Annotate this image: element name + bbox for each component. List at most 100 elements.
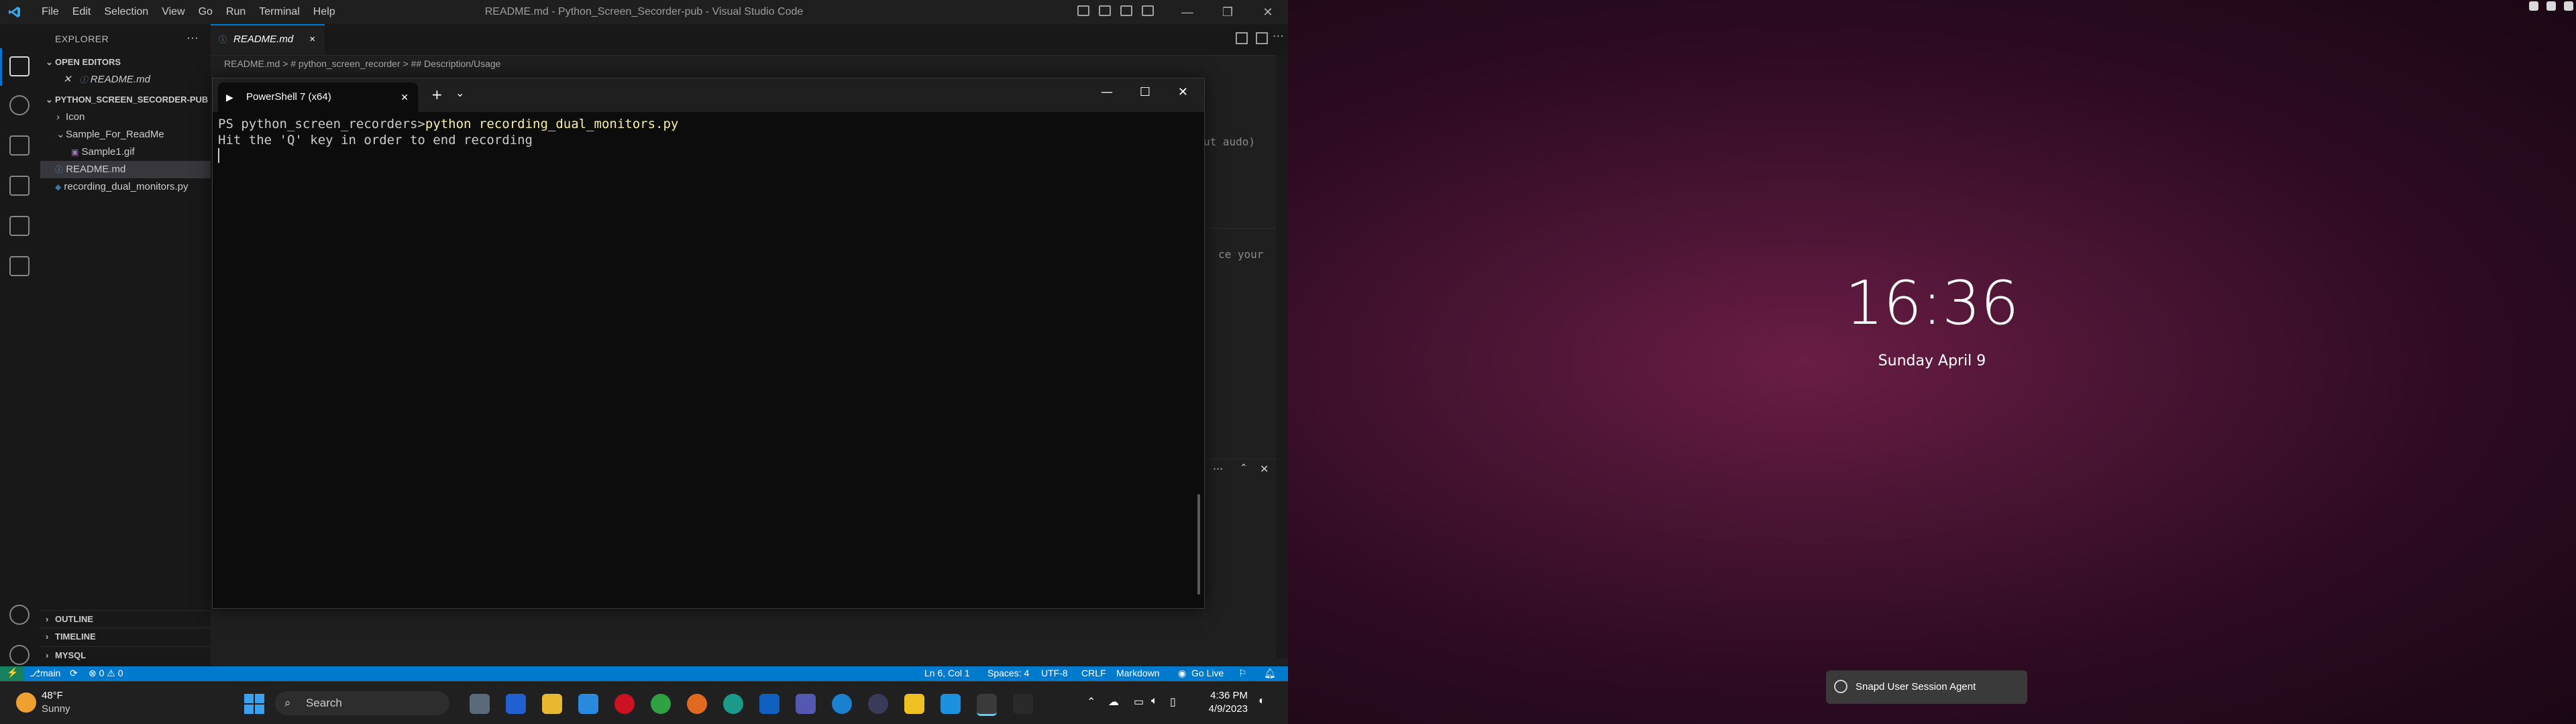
edge-icon[interactable] (723, 694, 743, 714)
new-tab-icon[interactable]: + (431, 86, 443, 103)
task-view-icon[interactable] (470, 694, 490, 714)
sticky-notes-icon[interactable] (904, 694, 924, 714)
editor-divider (1203, 228, 1277, 229)
go-live-icon: ◉ (1178, 668, 1187, 678)
tab-readme[interactable]: ⓘ README.md × (211, 24, 325, 55)
notification-center-icon[interactable]: ◐ (1258, 695, 1265, 707)
volume-icon[interactable]: 🔈︎ (1151, 695, 1158, 707)
terminal-scrollbar[interactable] (1197, 494, 1200, 595)
skype-icon[interactable] (832, 694, 852, 714)
taskbar-search[interactable]: ⌕ Search (275, 691, 449, 715)
tab-dropdown-icon[interactable]: ⌄ (455, 86, 464, 99)
project-section[interactable]: ⌄ PYTHON_SCREEN_SECORDER-PUB (40, 91, 211, 109)
toggle-panel-icon[interactable] (1099, 5, 1111, 16)
cursor-position[interactable]: Ln 6, Col 1 (924, 668, 970, 678)
weather-temp[interactable]: 48°F (42, 690, 63, 701)
go-live-button[interactable]: Go Live (1191, 668, 1224, 678)
remote-icon: ⚡ (7, 667, 19, 678)
media-app-icon[interactable] (1013, 694, 1033, 714)
branch-icon: ⎇ (30, 668, 41, 678)
restore-button[interactable]: ❐ (1208, 3, 1248, 21)
customize-layout-icon[interactable] (1142, 5, 1154, 16)
tree-item-icon-folder[interactable]: › Icon (40, 109, 211, 126)
feedback-icon[interactable]: ⚐ (1238, 668, 1247, 679)
toggle-secondary-sidebar-icon[interactable] (1120, 5, 1132, 16)
windows-start-icon[interactable] (244, 694, 264, 714)
tab-close-icon[interactable]: × (309, 25, 315, 54)
timeline-section[interactable]: › TIMELINE (40, 627, 211, 646)
problems-indicator[interactable]: ⊗ 0 ⚠ 0 (89, 668, 123, 679)
chevron-up-icon[interactable]: ⌃ (1087, 695, 1095, 709)
onedrive-cloud-icon[interactable]: ☁ (1108, 695, 1119, 709)
taskbar-time[interactable]: 4:36 PM (1201, 690, 1248, 701)
line-ending[interactable]: CRLF (1081, 668, 1106, 678)
lockscreen-notification[interactable]: Snapd User Session Agent (1826, 670, 2027, 704)
settings-gear-icon[interactable] (9, 645, 30, 665)
obs-icon[interactable] (868, 694, 888, 714)
open-editors-section[interactable]: ⌄ OPEN EDITORS (40, 54, 211, 71)
git-branch[interactable]: main (40, 668, 60, 678)
minimap[interactable] (1276, 55, 1288, 658)
volume-status-icon[interactable] (2546, 1, 2556, 11)
teams-icon[interactable] (796, 694, 816, 714)
sun-weather-icon[interactable] (16, 692, 36, 713)
battery-icon[interactable]: ▯ (1170, 695, 1176, 709)
more-actions-icon[interactable]: ··· (186, 31, 199, 45)
editor-more-icon[interactable]: ··· (1273, 29, 1284, 44)
account-icon[interactable] (9, 605, 30, 625)
search-label: Search (306, 697, 342, 709)
terminal-minimize-button[interactable]: — (1101, 85, 1113, 99)
outlook-icon[interactable] (759, 694, 780, 714)
power-status-icon[interactable] (2564, 1, 2573, 11)
toggle-primary-sidebar-icon[interactable] (1077, 5, 1089, 16)
source-control-icon[interactable] (9, 95, 30, 115)
l-app-icon[interactable] (506, 694, 526, 714)
tree-item-readme[interactable]: ⓘ README.md (40, 161, 211, 178)
file-explorer-icon[interactable] (542, 694, 562, 714)
panel-more-icon[interactable]: ··· (1213, 463, 1223, 475)
explorer-icon[interactable] (9, 56, 30, 76)
testing-icon[interactable] (9, 216, 30, 236)
panel-close-icon[interactable]: ✕ (1260, 463, 1269, 475)
breadcrumb[interactable]: README.md > # python_screen_recorder > #… (224, 56, 500, 71)
bluebird-app-icon[interactable] (578, 694, 598, 714)
windows-taskbar: 48°F Sunny ⌕ Search ⌃ ☁ ▭ 🔈︎ ▯ 4:36 PM 4… (0, 681, 1288, 724)
terminal-taskbar-icon[interactable] (977, 694, 997, 716)
taskbar-date[interactable]: 4/9/2023 (1201, 703, 1248, 715)
network-status-icon[interactable] (2529, 1, 2538, 11)
encoding[interactable]: UTF-8 (1041, 668, 1068, 678)
indentation[interactable]: Spaces: 4 (987, 668, 1029, 678)
notification-text: Snapd User Session Agent (1856, 681, 1976, 692)
terminal-tab[interactable]: ▶ PowerShell 7 (x64) ✕ (218, 82, 418, 112)
open-preview-icon[interactable] (1236, 32, 1248, 44)
terminal-maximize-button[interactable]: ☐ (1140, 85, 1150, 99)
markdown-file-icon: ⓘ (79, 75, 88, 84)
tree-item-sample-gif[interactable]: ▣ Sample1.gif (40, 143, 211, 161)
opera-icon[interactable] (614, 694, 635, 714)
remote-explorer-icon[interactable] (9, 256, 30, 276)
sync-icon[interactable]: ⟳ (70, 668, 78, 679)
notifications-bell-icon[interactable]: 🔔︎ (1264, 668, 1276, 679)
terminal-tab-close-icon[interactable]: ✕ (400, 82, 409, 112)
network-icon[interactable]: ▭ (1134, 695, 1144, 709)
split-editor-icon[interactable] (1256, 32, 1268, 44)
terminal-close-button[interactable]: ✕ (1178, 85, 1188, 99)
terminal-output[interactable]: PS python_screen_recorders>python record… (218, 116, 1184, 599)
open-editor-item[interactable]: ✕ ⓘ README.md (40, 71, 211, 88)
terminal-prompt: PS python_screen_recorders> (218, 117, 425, 131)
tree-item-sample-folder[interactable]: ⌄Sample_For_ReadMe (40, 126, 211, 143)
close-button[interactable]: ✕ (1248, 3, 1288, 21)
mysql-section[interactable]: › MYSQL (40, 646, 211, 664)
chrome-icon[interactable] (651, 694, 671, 714)
vscode-taskbar-icon[interactable] (941, 694, 961, 714)
minimize-button[interactable]: — (1167, 3, 1208, 21)
remote-indicator[interactable]: ⚡ (0, 666, 24, 681)
firefox-icon[interactable] (687, 694, 707, 714)
tree-item-recording-py[interactable]: ◆ recording_dual_monitors.py (40, 178, 211, 196)
layout-controls (1077, 5, 1154, 16)
outline-section[interactable]: › OUTLINE (40, 610, 211, 628)
panel-maximize-icon[interactable]: ⌃ (1240, 463, 1248, 473)
run-debug-icon[interactable] (9, 135, 30, 156)
language-mode[interactable]: Markdown (1116, 668, 1160, 678)
extensions-icon[interactable] (9, 176, 30, 196)
